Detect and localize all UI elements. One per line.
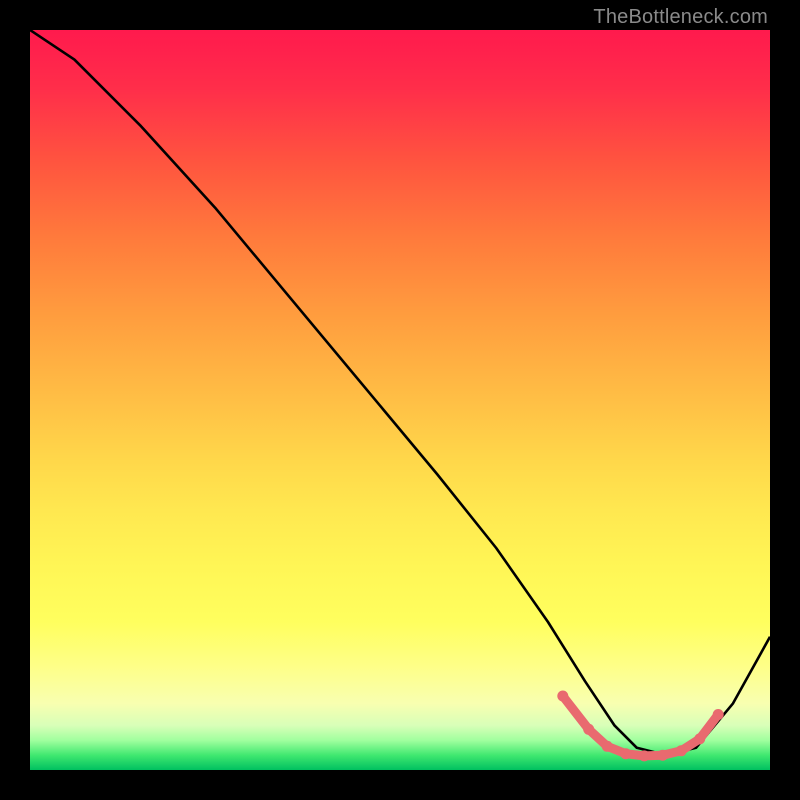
optimal-zone-point (639, 750, 650, 761)
watermark-text: TheBottleneck.com (593, 6, 768, 29)
plot-area (30, 30, 770, 770)
optimal-zone-point (620, 748, 631, 759)
optimal-zone-point (694, 733, 705, 744)
optimal-zone-point (602, 741, 613, 752)
optimal-zone (557, 691, 723, 762)
optimal-zone-line (563, 696, 718, 756)
optimal-zone-point (676, 745, 687, 756)
optimal-zone-point (583, 724, 594, 735)
bottleneck-curve (30, 30, 770, 755)
optimal-zone-point (657, 750, 668, 761)
optimal-zone-point (713, 709, 724, 720)
chart-container: TheBottleneck.com (0, 0, 800, 800)
chart-overlay (30, 30, 770, 770)
optimal-zone-point (557, 691, 568, 702)
